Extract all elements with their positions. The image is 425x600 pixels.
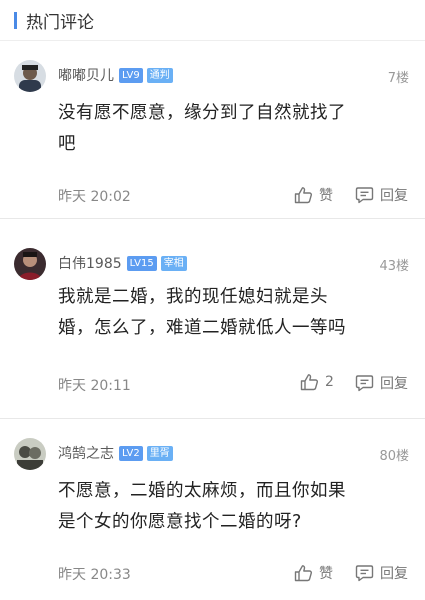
reply-button[interactable]: 回复 xyxy=(355,373,408,393)
thumbs-up-icon xyxy=(300,374,318,391)
avatar[interactable] xyxy=(14,248,46,280)
username[interactable]: 鸿鹄之志 xyxy=(58,443,114,463)
section-title: 热门评论 xyxy=(26,12,94,33)
comment-icon xyxy=(355,375,374,392)
comment-text-line: 是个女的你愿意找个二婚的呀? xyxy=(58,512,302,532)
thumbs-up-icon xyxy=(294,565,312,582)
username[interactable]: 白伟1985 xyxy=(58,253,122,273)
user-info-row: 嘟嘟贝儿 LV9 通判 xyxy=(58,65,173,85)
comment-text-line: 婚，怎么了，难道二婚就低人一等吗 xyxy=(58,318,346,338)
comment-text-line: 不愿意，二婚的太麻烦，而且你如果 xyxy=(58,481,346,501)
comment-item: 嘟嘟贝儿 LV9 通判 7楼 没有愿不愿意，缘分到了自然就找了 吧 昨天 20:… xyxy=(0,40,425,219)
username[interactable]: 嘟嘟贝儿 xyxy=(58,65,114,85)
reply-button[interactable]: 回复 xyxy=(355,185,408,205)
reply-label: 回复 xyxy=(380,376,408,392)
level-badge: LV9 xyxy=(119,67,143,83)
reply-label: 回复 xyxy=(380,566,408,582)
avatar[interactable] xyxy=(14,60,46,92)
comment-item: 白伟1985 LV15 宰相 43楼 我就是二婚，我的现任媳妇就是头 婚，怎么了… xyxy=(0,218,425,419)
comment-item: 鸿鹄之志 LV2 里胥 80楼 不愿意，二婚的太麻烦，而且你如果 是个女的你愿意… xyxy=(0,418,425,600)
floor-number: 43楼 xyxy=(379,259,409,274)
title-badge: 通判 xyxy=(146,67,173,83)
level-badge: LV2 xyxy=(119,445,143,461)
comment-text[interactable]: 不愿意，二婚的太麻烦，而且你如果 是个女的你愿意找个二婚的呀? xyxy=(58,476,398,538)
comment-text-line: 没有愿不愿意，缘分到了自然就找了 xyxy=(58,103,346,123)
comment-text-line: 我就是二婚，我的现任媳妇就是头 xyxy=(58,287,328,307)
user-info-row: 白伟1985 LV15 宰相 xyxy=(58,253,187,273)
avatar[interactable] xyxy=(14,438,46,470)
like-button[interactable]: 赞 xyxy=(294,563,333,583)
level-badge: LV15 xyxy=(126,255,157,271)
like-button[interactable]: 赞 xyxy=(294,185,333,205)
comment-icon xyxy=(355,565,374,582)
comment-text-line: 吧 xyxy=(58,134,76,154)
section-accent-bar xyxy=(14,11,17,29)
like-button[interactable]: 2 xyxy=(300,373,334,391)
comment-text[interactable]: 我就是二婚，我的现任媳妇就是头 婚，怎么了，难道二婚就低人一等吗 xyxy=(58,282,398,344)
reply-label: 回复 xyxy=(380,188,408,204)
comment-time: 昨天 20:02 xyxy=(58,189,131,205)
floor-number: 80楼 xyxy=(379,449,409,464)
hot-comments-header: 热门评论 xyxy=(0,0,425,41)
title-badge: 里胥 xyxy=(146,445,173,461)
like-label: 赞 xyxy=(319,566,333,582)
comment-time: 昨天 20:33 xyxy=(58,567,131,583)
comment-text[interactable]: 没有愿不愿意，缘分到了自然就找了 吧 xyxy=(58,98,398,160)
floor-number: 7楼 xyxy=(387,71,409,86)
like-count: 2 xyxy=(325,374,334,390)
like-label: 赞 xyxy=(319,188,333,204)
reply-button[interactable]: 回复 xyxy=(355,563,408,583)
comment-time: 昨天 20:11 xyxy=(58,378,131,394)
user-info-row: 鸿鹄之志 LV2 里胥 xyxy=(58,443,173,463)
title-badge: 宰相 xyxy=(160,255,187,271)
thumbs-up-icon xyxy=(294,187,312,204)
comment-icon xyxy=(355,187,374,204)
